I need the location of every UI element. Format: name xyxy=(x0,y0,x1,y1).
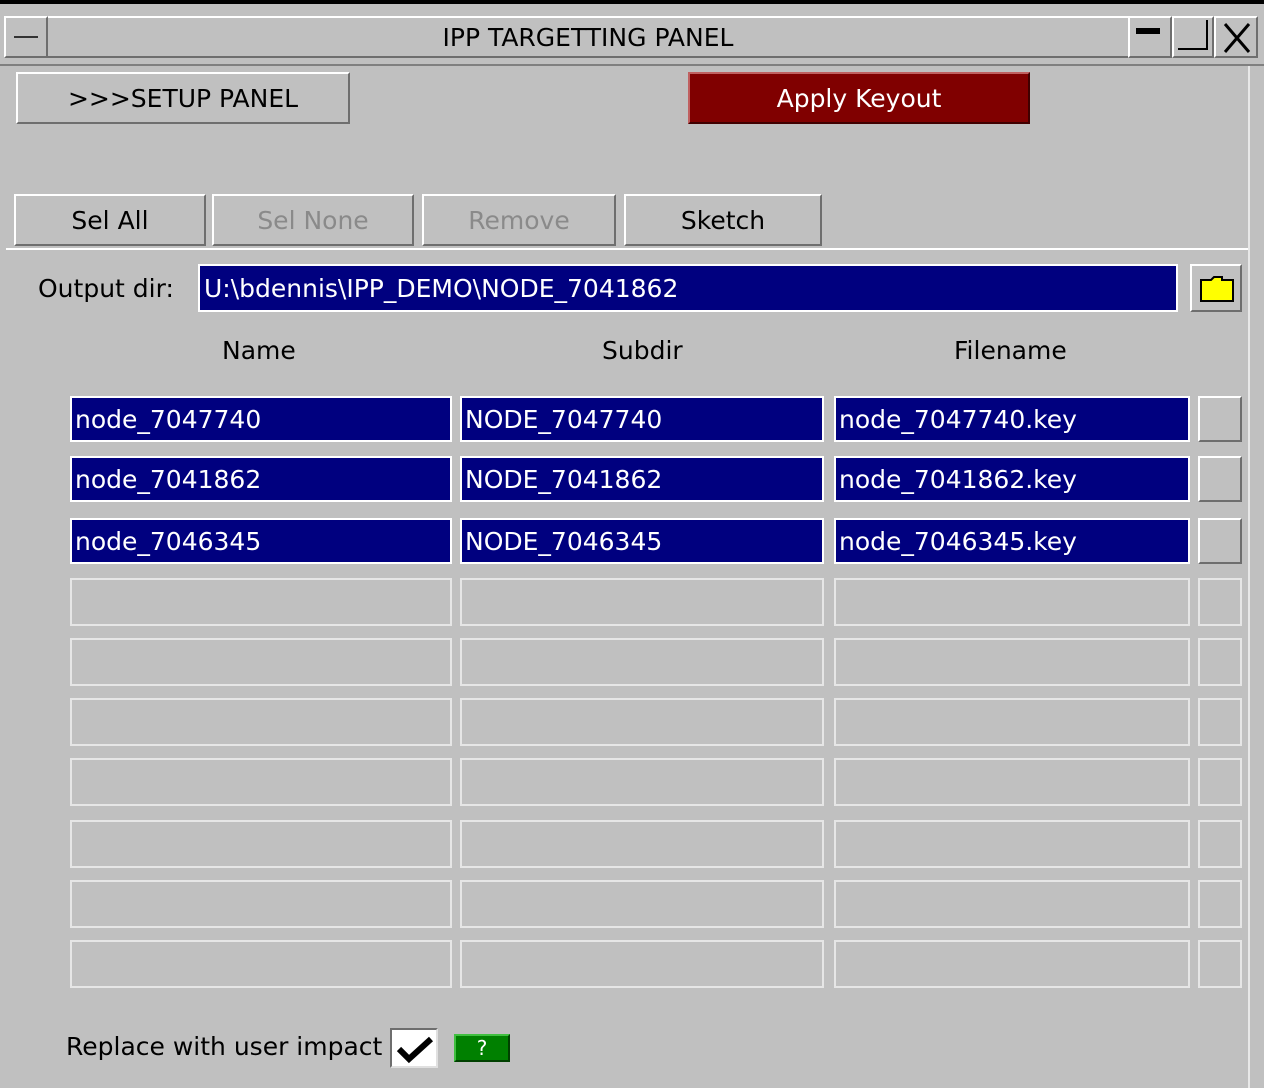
system-menu-button[interactable] xyxy=(4,16,48,58)
remove-button[interactable]: Remove xyxy=(422,194,616,246)
row-select-button[interactable] xyxy=(1198,578,1242,626)
setup-panel-label: >>>SETUP PANEL xyxy=(67,83,299,113)
table-cell-subdir[interactable] xyxy=(460,880,824,928)
row-select-button[interactable] xyxy=(1198,758,1242,806)
row-select-button[interactable] xyxy=(1198,518,1242,564)
help-label: ? xyxy=(476,1036,488,1060)
minimize-icon xyxy=(1136,28,1160,34)
browse-folder-button[interactable] xyxy=(1190,264,1242,312)
table-cell-name[interactable]: node_7047740 xyxy=(70,396,452,442)
sel-all-label: Sel All xyxy=(71,205,149,235)
table-cell-subdir[interactable] xyxy=(460,638,824,686)
output-dir-label: Output dir: xyxy=(38,274,174,303)
table-cell-filename[interactable] xyxy=(834,698,1190,746)
row-select-button[interactable] xyxy=(1198,456,1242,502)
table-cell-filename[interactable] xyxy=(834,820,1190,868)
table-cell-subdir[interactable]: NODE_7046345 xyxy=(460,518,824,564)
table-cell-subdir[interactable] xyxy=(460,758,824,806)
cell-text: node_7047740.key xyxy=(839,404,1077,434)
column-header-filename: Filename xyxy=(954,336,1067,365)
window-right-border xyxy=(1248,66,1250,1088)
sel-none-label: Sel None xyxy=(257,205,369,235)
table-cell-filename[interactable] xyxy=(834,578,1190,626)
table-cell-name[interactable] xyxy=(70,940,452,988)
apply-keyout-button[interactable]: Apply Keyout xyxy=(688,72,1030,124)
cell-text: NODE_7047740 xyxy=(465,404,663,434)
row-select-button[interactable] xyxy=(1198,940,1242,988)
table-cell-filename[interactable] xyxy=(834,940,1190,988)
table-cell-filename[interactable]: node_7041862.key xyxy=(834,456,1190,502)
table-cell-name[interactable] xyxy=(70,758,452,806)
table-cell-subdir[interactable]: NODE_7047740 xyxy=(460,396,824,442)
remove-label: Remove xyxy=(468,205,570,235)
table-cell-filename[interactable]: node_7047740.key xyxy=(834,396,1190,442)
replace-user-impact-label: Replace with user impact xyxy=(66,1032,383,1061)
table-cell-subdir[interactable]: NODE_7041862 xyxy=(460,456,824,502)
setup-panel-button[interactable]: >>>SETUP PANEL xyxy=(16,72,350,124)
table-cell-filename[interactable] xyxy=(834,880,1190,928)
row-select-button[interactable] xyxy=(1198,880,1242,928)
folder-icon xyxy=(1200,276,1234,302)
table-cell-filename[interactable]: node_7046345.key xyxy=(834,518,1190,564)
table-cell-name[interactable] xyxy=(70,638,452,686)
table-cell-subdir[interactable] xyxy=(460,578,824,626)
table-cell-name[interactable]: node_7046345 xyxy=(70,518,452,564)
row-select-button[interactable] xyxy=(1198,638,1242,686)
section-divider xyxy=(6,248,1248,250)
system-menu-icon xyxy=(14,36,38,38)
table-cell-name[interactable] xyxy=(70,880,452,928)
table-cell-subdir[interactable] xyxy=(460,698,824,746)
row-select-button[interactable] xyxy=(1198,698,1242,746)
table-cell-subdir[interactable] xyxy=(460,820,824,868)
close-icon xyxy=(1223,23,1251,53)
table-cell-filename[interactable] xyxy=(834,638,1190,686)
output-dir-field[interactable]: U:\bdennis\IPP_DEMO\NODE_7041862 xyxy=(198,264,1178,312)
row-select-button[interactable] xyxy=(1198,396,1242,442)
sel-all-button[interactable]: Sel All xyxy=(14,194,206,246)
sketch-label: Sketch xyxy=(680,205,766,235)
maximize-icon-edge xyxy=(1206,20,1208,50)
cell-text: node_7046345.key xyxy=(839,526,1077,556)
minimize-button[interactable] xyxy=(1128,16,1172,58)
maximize-icon xyxy=(1178,48,1208,50)
checkmark-icon xyxy=(396,1036,434,1064)
maximize-button[interactable] xyxy=(1172,16,1214,58)
table-cell-name[interactable] xyxy=(70,698,452,746)
column-header-name: Name xyxy=(222,336,296,365)
table-cell-subdir[interactable] xyxy=(460,940,824,988)
table-cell-name[interactable]: node_7041862 xyxy=(70,456,452,502)
row-select-button[interactable] xyxy=(1198,820,1242,868)
window-title: IPP TARGETTING PANEL xyxy=(442,22,734,52)
output-dir-value: U:\bdennis\IPP_DEMO\NODE_7041862 xyxy=(204,273,679,303)
replace-user-impact-checkbox[interactable] xyxy=(390,1028,438,1068)
title-bar: IPP TARGETTING PANEL xyxy=(0,4,1264,66)
column-header-subdir: Subdir xyxy=(602,336,683,365)
cell-text: node_7041862.key xyxy=(839,464,1077,494)
cell-text: node_7047740 xyxy=(75,404,262,434)
cell-text: node_7046345 xyxy=(75,526,262,556)
table-cell-name[interactable] xyxy=(70,820,452,868)
apply-keyout-label: Apply Keyout xyxy=(776,83,942,113)
cell-text: node_7041862 xyxy=(75,464,262,494)
table-cell-filename[interactable] xyxy=(834,758,1190,806)
sketch-button[interactable]: Sketch xyxy=(624,194,822,246)
title-bar-body[interactable]: IPP TARGETTING PANEL xyxy=(48,16,1128,58)
cell-text: NODE_7041862 xyxy=(465,464,663,494)
help-button[interactable]: ? xyxy=(454,1034,510,1062)
table-cell-name[interactable] xyxy=(70,578,452,626)
sel-none-button[interactable]: Sel None xyxy=(212,194,414,246)
cell-text: NODE_7046345 xyxy=(465,526,663,556)
close-button[interactable] xyxy=(1214,16,1258,58)
